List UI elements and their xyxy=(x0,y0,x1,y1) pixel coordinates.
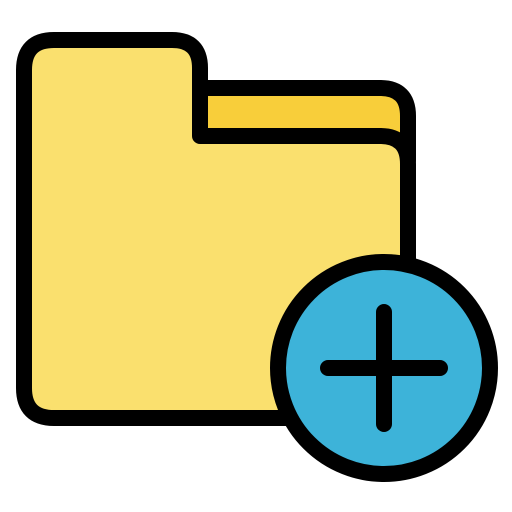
plus-circle-icon xyxy=(270,254,498,482)
add-folder-graphic xyxy=(16,32,498,482)
add-folder-icon xyxy=(0,0,512,512)
